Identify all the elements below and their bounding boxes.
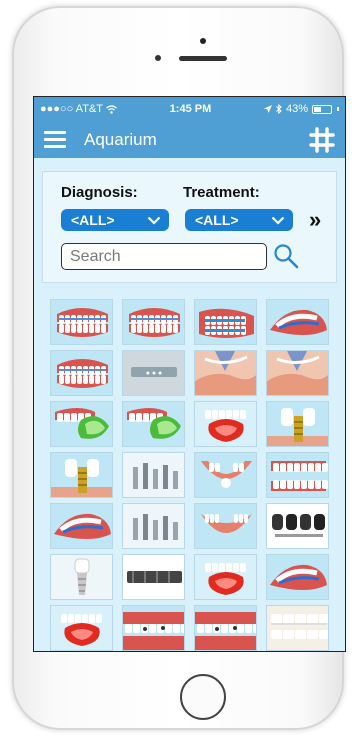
- thumbnail-retainer-green[interactable]: [50, 401, 113, 447]
- bluetooth-icon: [276, 104, 282, 114]
- thumbnail-braces[interactable]: [122, 299, 185, 345]
- thumbnail-tissue[interactable]: [194, 350, 257, 396]
- proximity-sensor: [155, 55, 161, 61]
- thumbnail-jaw-blue[interactable]: [266, 554, 329, 600]
- thumbnail-implant-screws[interactable]: [122, 503, 185, 549]
- home-button[interactable]: [180, 674, 226, 720]
- thumbnail-braces-side[interactable]: [194, 299, 257, 345]
- battery-percent: 43%: [285, 103, 308, 115]
- treatment-label: Treatment:: [183, 184, 260, 201]
- wifi-icon: [106, 104, 117, 114]
- thumbnail-bar-dark[interactable]: [122, 554, 185, 600]
- location-arrow-icon: [263, 105, 272, 113]
- thumbnail-teeth-decay[interactable]: [122, 605, 185, 651]
- treatment-dropdown[interactable]: <ALL>: [185, 209, 293, 231]
- battery-tip: [336, 107, 339, 111]
- thumbnail-braces[interactable]: [50, 299, 113, 345]
- thumbnail-teeth-decay[interactable]: [194, 605, 257, 651]
- thumbnail-plain-gray[interactable]: ● ● ●: [122, 350, 185, 396]
- thumbnail-retainer-red[interactable]: [194, 554, 257, 600]
- thumbnail-jaw-blue[interactable]: [266, 299, 329, 345]
- nav-title: Aquarium: [84, 129, 157, 149]
- filter-panel: Diagnosis: Treatment: <ALL> <ALL> »: [42, 171, 337, 283]
- thumbnail-teeth-white[interactable]: [266, 605, 329, 651]
- nav-bar: Aquarium: [34, 121, 345, 158]
- thumbnail-tissue[interactable]: [266, 350, 329, 396]
- thumbnail-arch-red[interactable]: [194, 503, 257, 549]
- treatment-value: <ALL>: [195, 212, 239, 228]
- diagnosis-value: <ALL>: [71, 212, 115, 228]
- thumbnail-implant-gold[interactable]: [50, 452, 113, 498]
- hamburger-icon[interactable]: [44, 131, 66, 148]
- thumbnail-implant-gold[interactable]: [266, 401, 329, 447]
- diagnosis-label: Diagnosis:: [61, 184, 138, 201]
- thumbnail-braces[interactable]: [50, 350, 113, 396]
- battery-icon: [311, 104, 332, 114]
- thumbnail-implant-white[interactable]: [50, 554, 113, 600]
- diagnosis-dropdown[interactable]: <ALL>: [61, 209, 169, 231]
- hash-grid-icon[interactable]: [309, 126, 335, 153]
- search-icon[interactable]: [273, 243, 299, 269]
- status-bar: ●●●○○ AT&T 1:45 PM 43%: [34, 97, 345, 121]
- thumbnail-implant-screws[interactable]: [122, 452, 185, 498]
- earpiece-speaker: [179, 56, 227, 61]
- svg-text:● ● ●: ● ● ●: [146, 370, 163, 377]
- thumbnail-retainer-red[interactable]: [194, 401, 257, 447]
- carrier-label: ●●●○○ AT&T: [40, 103, 103, 115]
- thumbnail-retainer-red[interactable]: [50, 605, 113, 651]
- clock: 1:45 PM: [169, 103, 212, 115]
- thumbnail-grid: ● ● ●: [50, 299, 345, 651]
- search-input[interactable]: [61, 243, 267, 270]
- thumbnail-jaw-blue[interactable]: [50, 503, 113, 549]
- chevron-down-icon: [147, 216, 161, 225]
- more-filters-button[interactable]: »: [309, 209, 321, 231]
- thumbnail-arch-open[interactable]: [194, 452, 257, 498]
- thumbnail-teeth-front[interactable]: [266, 452, 329, 498]
- app-screen: ●●●○○ AT&T 1:45 PM 43% Aquarium Diagnosi…: [33, 96, 346, 652]
- thumbnail-crowns-dark[interactable]: [266, 503, 329, 549]
- chevron-down-icon: [271, 216, 285, 225]
- thumbnail-retainer-green[interactable]: [122, 401, 185, 447]
- front-camera: [200, 38, 206, 44]
